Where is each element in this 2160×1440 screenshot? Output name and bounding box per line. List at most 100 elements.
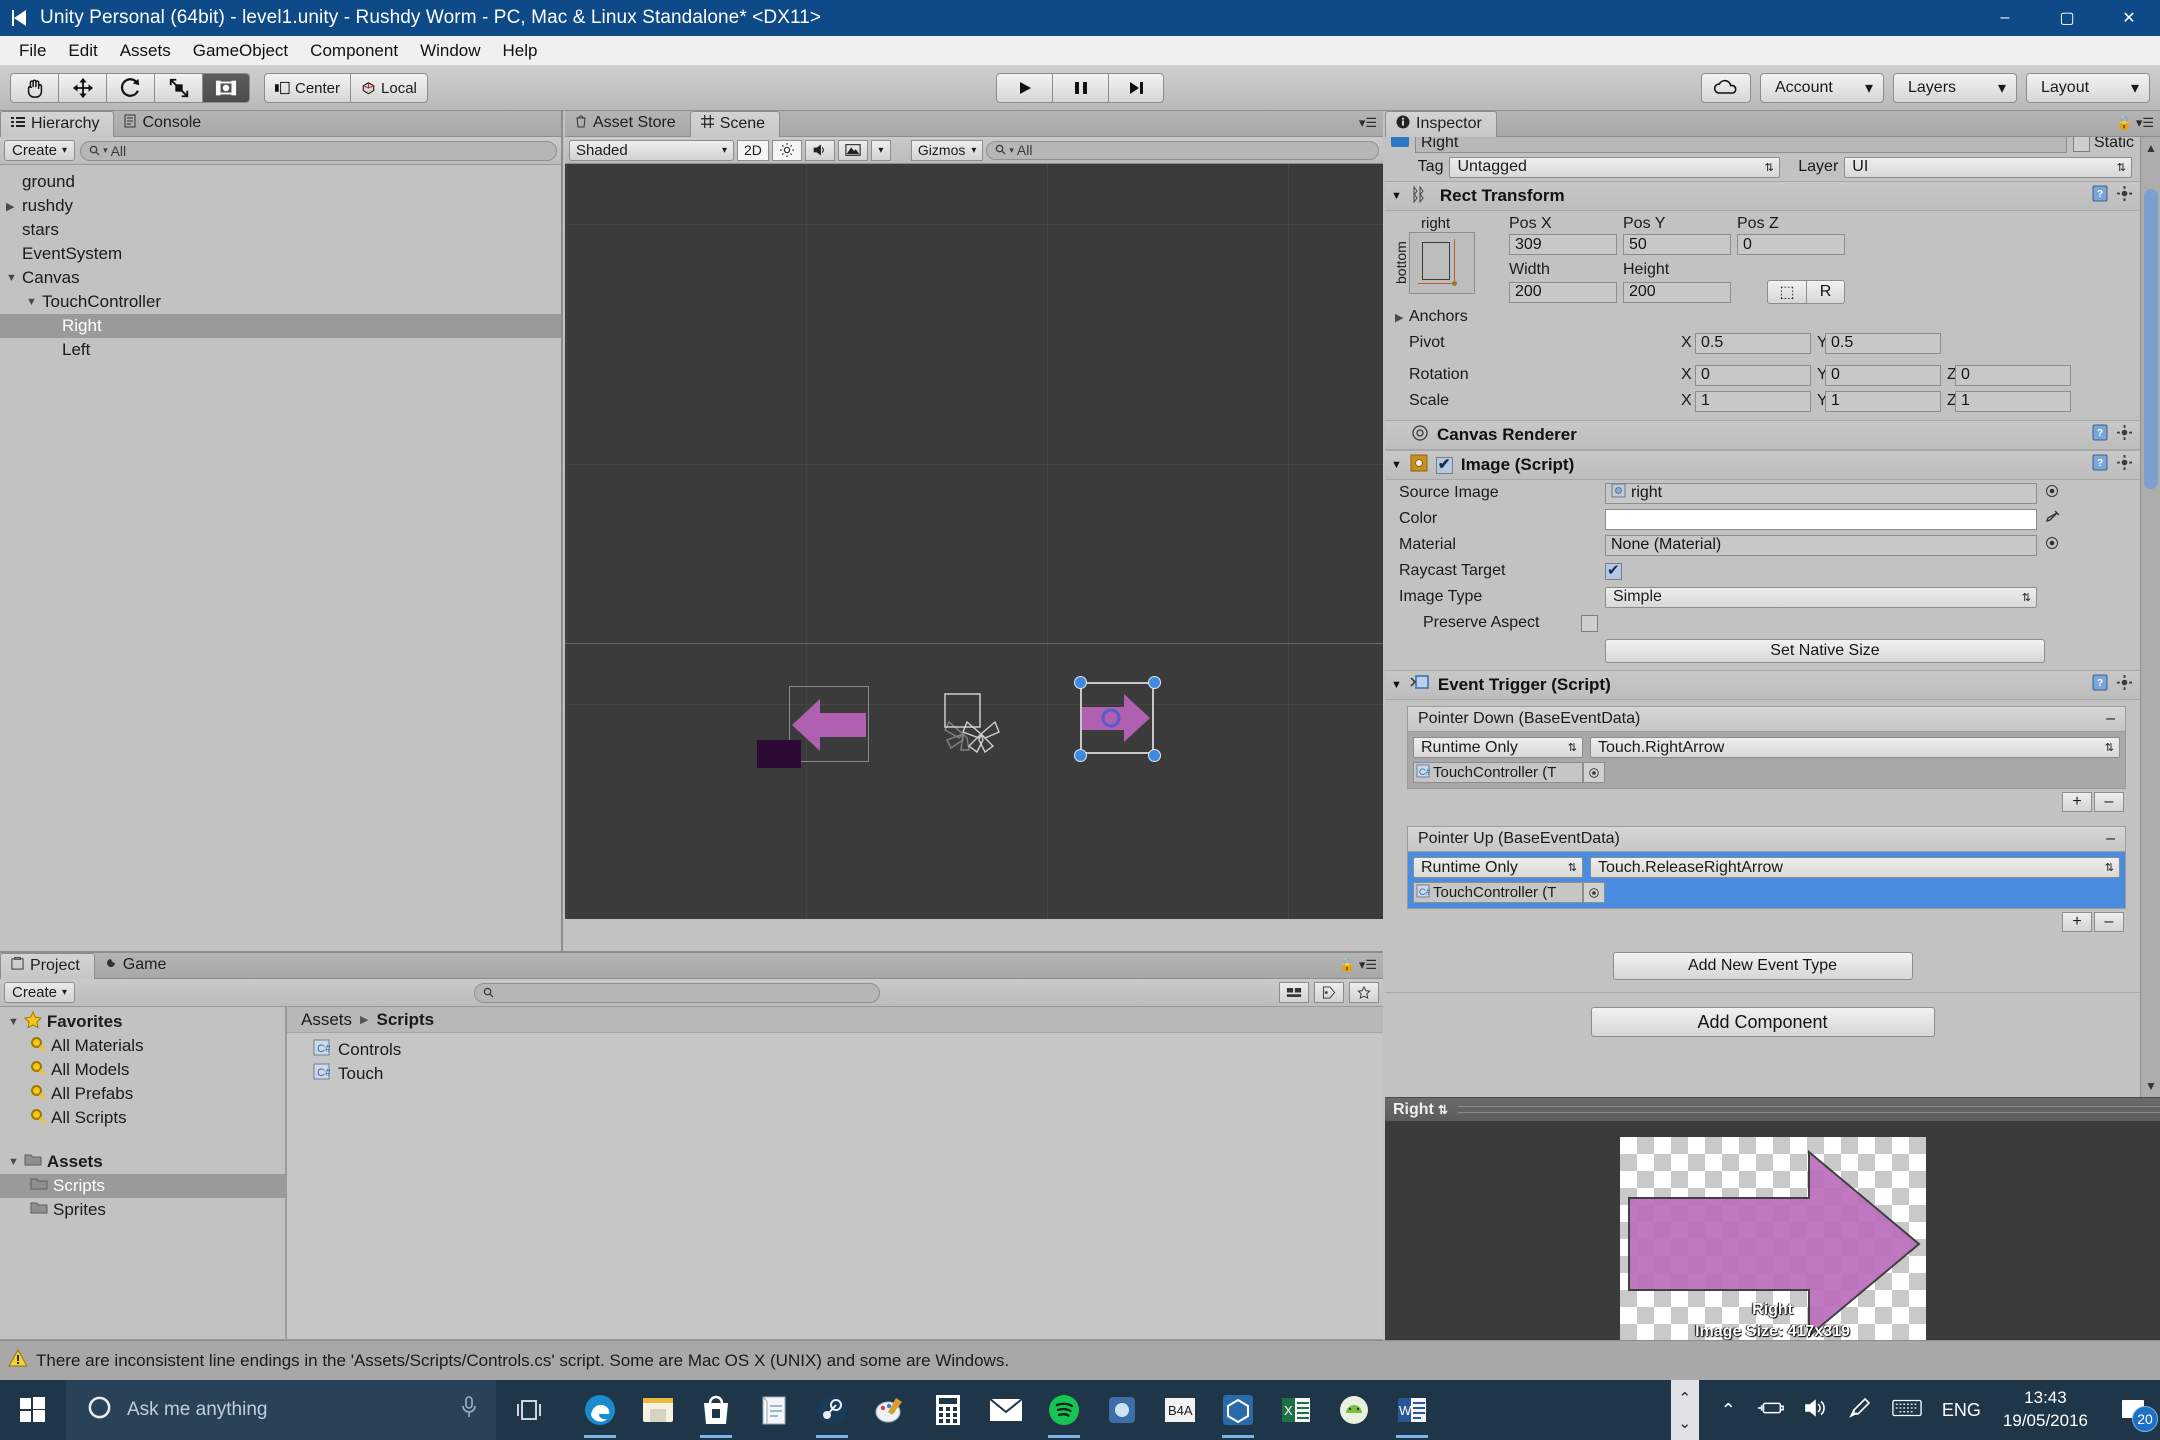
effects-dropdown-button[interactable]: ▾ [870,139,891,161]
microphone-icon[interactable] [460,1395,496,1425]
rotation-z-input[interactable]: 0 [1955,364,2071,386]
tab-scene[interactable]: Scene [689,111,781,137]
scale-y-input[interactable]: 1 [1825,390,1941,412]
action-center-icon[interactable]: 20 [2106,1380,2160,1440]
help-icon[interactable]: ? [2092,454,2109,476]
gear-icon[interactable] [2117,455,2132,475]
color-swatch[interactable] [1605,508,2037,530]
raw-edit-button[interactable]: R [1807,280,1845,304]
pos-y-input[interactable]: 50 [1623,234,1731,255]
callback-object-field[interactable]: C# TouchController (T [1413,762,1583,783]
pivot-local-button[interactable]: Local [350,73,428,103]
raycast-target-checkbox[interactable] [1605,561,1622,580]
tab-inspector[interactable]: Inspector [1385,111,1497,137]
cloud-icon[interactable] [1701,73,1751,103]
hierarchy-item-ground[interactable]: ground [0,170,561,194]
updown-arrow-icon[interactable]: ⇅ [1438,1103,1448,1117]
pause-button[interactable] [1052,73,1108,103]
remove-event-button[interactable]: – [2106,830,2115,848]
project-fav-all-scripts[interactable]: All Scripts [0,1106,285,1130]
project-folder-sprites[interactable]: Sprites [0,1198,285,1222]
callback-object-field[interactable]: C# TouchController (T [1413,882,1583,903]
hierarchy-item-left[interactable]: Left [0,338,561,362]
scale-z-input[interactable]: 1 [1955,390,2071,412]
lighting-toggle-button[interactable] [771,139,802,161]
tab-hierarchy[interactable]: Hierarchy [0,111,115,137]
scene-search-input[interactable]: ▾ All [986,140,1379,160]
tab-asset-store[interactable]: Asset Store [565,110,690,136]
set-native-size-button[interactable]: Set Native Size [1605,639,2045,663]
scene-viewport[interactable] [565,164,1383,919]
project-search-input[interactable] [473,982,881,1003]
file-explorer-icon[interactable] [634,1385,682,1435]
gear-icon[interactable] [2117,675,2132,695]
project-fav-all-models[interactable]: All Models [0,1058,285,1082]
object-picker-icon[interactable] [1583,882,1605,903]
status-bar[interactable]: There are inconsistent line endings in t… [0,1340,2160,1380]
draw-mode-dropdown[interactable]: Shaded ▾ [569,139,734,161]
app-icon[interactable] [1098,1385,1146,1435]
scene-panel-options-icon[interactable]: ▾☰ [1359,115,1377,131]
project-panel-options-icon[interactable]: 🔒 ▾☰ [1339,957,1377,973]
width-input[interactable]: 200 [1509,281,1617,303]
project-favorites-group[interactable]: ▼ Favorites [0,1010,285,1034]
hierarchy-item-eventsystem[interactable]: EventSystem [0,242,561,266]
preview-drag-handle[interactable] [1457,1106,2160,1113]
maximize-button[interactable]: ▢ [2036,0,2098,36]
event-trigger-header[interactable]: ▼ Event Trigger (Script) ? [1385,670,2140,700]
volume-icon[interactable] [1804,1398,1828,1423]
selection-handle-tr[interactable] [1148,676,1161,689]
callback-function-dropdown[interactable]: Touch.ReleaseRightArrow ⇅ [1590,857,2120,878]
hierarchy-item-rushdy[interactable]: ▶ rushdy [0,194,561,218]
help-icon[interactable]: ? [2092,424,2109,446]
remove-event-button[interactable]: – [2106,710,2115,728]
project-folder-scripts[interactable]: Scripts [0,1174,285,1198]
selection-handle-bl[interactable] [1074,749,1087,762]
scale-x-input[interactable]: 1 [1695,390,1811,412]
project-fav-all-prefabs[interactable]: All Prefabs [0,1082,285,1106]
image-enabled-checkbox[interactable] [1435,455,1453,474]
image-script-header[interactable]: ▼ Image (Script) ? [1385,450,2140,480]
asset-item-controls[interactable]: C# Controls [287,1038,1383,1062]
hierarchy-item-touchcontroller[interactable]: ▼ TouchController [0,290,561,314]
menu-component[interactable]: Component [299,38,409,64]
menu-gameobject[interactable]: GameObject [182,38,299,64]
effects-toggle-button[interactable] [837,139,868,161]
menu-file[interactable]: File [8,38,57,64]
add-callback-button[interactable]: + [2062,912,2092,932]
image-type-dropdown[interactable]: Simple ⇅ [1605,586,2037,608]
word-icon[interactable]: W [1388,1385,1436,1438]
toggle-2d-button[interactable]: 2D [737,139,769,161]
remove-callback-button[interactable]: – [2094,912,2124,932]
inspector-scrollbar[interactable]: ▲ ▼ [2140,137,2160,1097]
clock[interactable]: 13:43 19/05/2016 [2003,1387,2106,1433]
height-input[interactable]: 200 [1623,281,1731,303]
favorite-star-button[interactable] [1348,982,1379,1003]
rect-tool-gizmo[interactable] [933,692,1009,768]
spotify-icon[interactable] [1040,1385,1088,1438]
layers-dropdown[interactable]: Layers ▾ [1893,73,2017,103]
expand-arrow-icon[interactable]: ▼ [26,296,42,308]
rect-tool-button[interactable] [202,73,250,103]
object-picker-icon[interactable] [1583,762,1605,783]
edge-icon[interactable] [576,1385,624,1438]
pivot-x-input[interactable]: 0.5 [1695,332,1811,354]
menu-window[interactable]: Window [409,38,491,64]
pen-icon[interactable] [1848,1396,1872,1425]
tab-project[interactable]: Project [0,953,95,979]
filter-label-button[interactable] [1313,982,1344,1003]
scene-object-left[interactable] [789,686,869,762]
paint-icon[interactable] [866,1385,914,1435]
rotation-x-input[interactable]: 0 [1695,364,1811,386]
layer-dropdown[interactable]: UI ⇅ [1844,156,2132,178]
callback-mode-dropdown[interactable]: Runtime Only ⇅ [1413,737,1583,758]
menu-edit[interactable]: Edit [57,38,108,64]
hierarchy-create-button[interactable]: Create ▾ [4,140,76,161]
object-picker-icon[interactable] [2045,536,2059,555]
play-button[interactable] [996,73,1052,103]
expand-arrow-icon[interactable]: ▶ [1395,311,1409,324]
project-create-button[interactable]: Create ▾ [4,982,76,1003]
hierarchy-item-right[interactable]: Right [0,314,561,338]
selection-handle-tl[interactable] [1074,676,1087,689]
preserve-aspect-checkbox[interactable] [1581,614,1598,632]
